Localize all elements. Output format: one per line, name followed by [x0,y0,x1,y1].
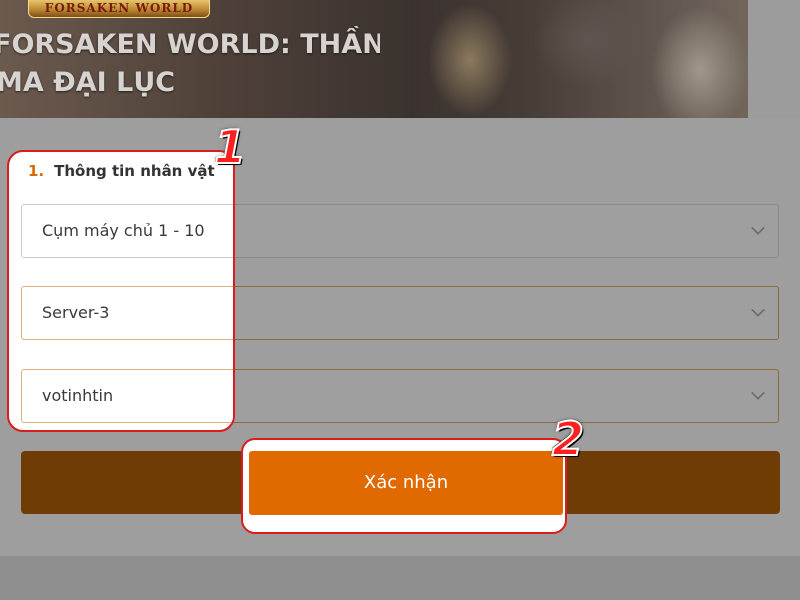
highlight-confirm: Xác nhận [241,438,567,534]
callout-number-1: 1 [213,120,247,174]
chevron-down-icon [751,303,765,317]
game-title: FORSAKEN WORLD: THẦN MA ĐẠI LỤC [0,26,380,102]
server-value: Server-3 [42,303,110,322]
banner-artwork [380,0,748,118]
game-banner: FORSAKEN WORLD FORSAKEN WORLD: THẦN MA Đ… [0,0,748,118]
section-title: Thông tin nhân vật [54,162,215,180]
character-select-highlighted[interactable]: votinhtin [21,369,233,423]
bottom-area [0,556,800,600]
server-select-highlighted[interactable]: Server-3 [21,286,233,340]
game-title-line-1: FORSAKEN WORLD: THẦN [0,29,380,60]
server-cluster-value: Cụm máy chủ 1 - 10 [42,221,205,240]
callout-number-2: 2 [551,412,585,466]
section-number: 1. [28,162,45,180]
server-cluster-select-highlighted[interactable]: Cụm máy chủ 1 - 10 [21,204,233,258]
chevron-down-icon [751,221,765,235]
highlight-character-info: 1. Thông tin nhân vật Cụm máy chủ 1 - 10 … [7,150,235,432]
character-value: votinhtin [42,386,114,405]
chevron-down-icon [751,386,765,400]
game-title-line-2: MA ĐẠI LỤC [0,67,176,98]
section-header: 1. Thông tin nhân vật [28,162,215,180]
game-logo: FORSAKEN WORLD [28,0,210,18]
confirm-button[interactable]: Xác nhận [249,451,563,515]
